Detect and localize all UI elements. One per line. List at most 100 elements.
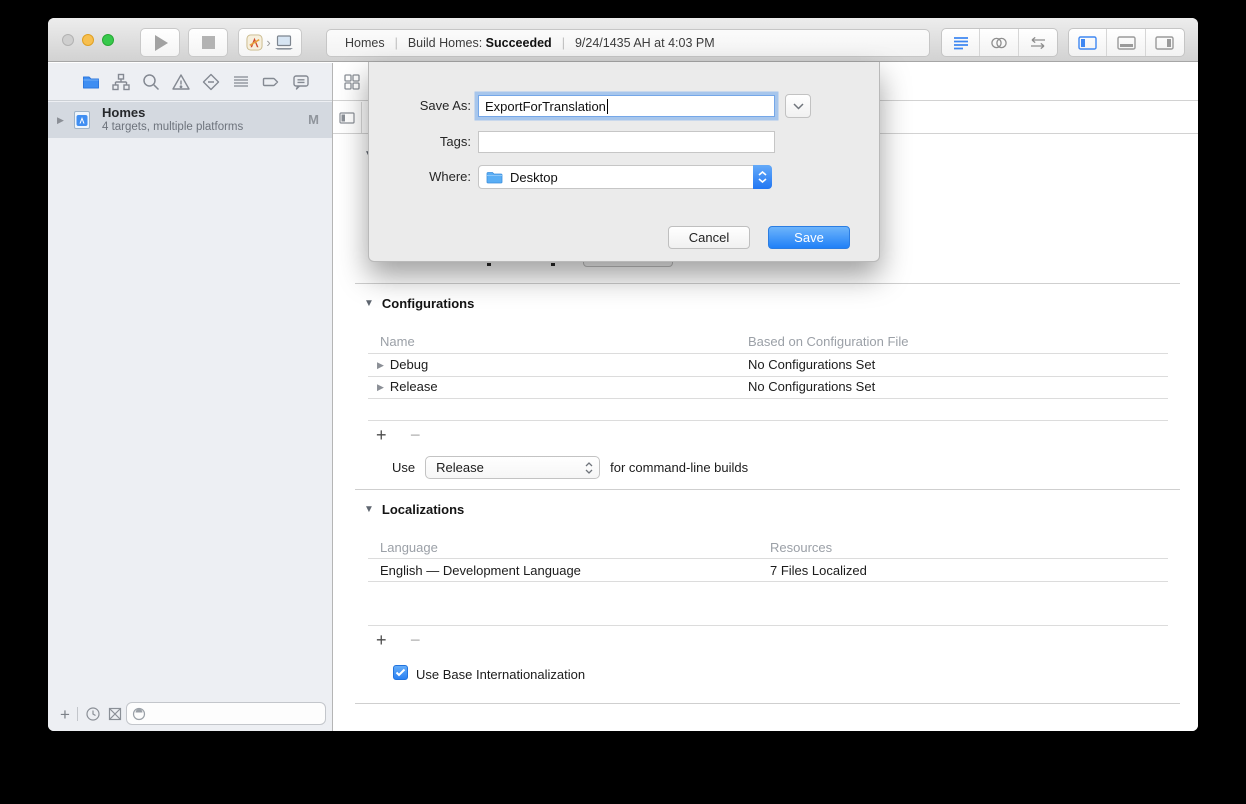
test-navigator-icon[interactable] — [201, 72, 221, 92]
close-window-button[interactable] — [62, 34, 74, 46]
play-icon — [155, 34, 168, 51]
where-value: Desktop — [510, 169, 558, 185]
table-separator — [368, 398, 1168, 399]
config-row-release[interactable]: ▶ Release — [377, 379, 438, 394]
save-as-input[interactable]: ExportForTranslation — [478, 95, 775, 117]
version-editor-button[interactable] — [1019, 29, 1057, 56]
disclosure-triangle-icon[interactable]: ▶ — [377, 382, 384, 392]
report-navigator-icon[interactable] — [291, 72, 311, 92]
version-editor-icon — [1030, 36, 1045, 49]
remove-localization-button[interactable]: − — [410, 631, 421, 649]
source-control-status-icon[interactable] — [107, 706, 123, 722]
status-timestamp: 9/24/1435 AH at 4:03 PM — [574, 36, 715, 50]
checkmark-icon — [395, 668, 406, 677]
issue-navigator-icon[interactable] — [171, 72, 191, 92]
section-disclosure-icon[interactable]: ▼ — [364, 504, 374, 515]
configurations-header[interactable]: ▼ Configurations — [364, 296, 474, 311]
section-divider — [355, 703, 1180, 704]
expand-dialog-button[interactable] — [785, 94, 811, 118]
add-configuration-button[interactable]: + — [376, 426, 387, 444]
status-build-result: Succeeded — [485, 36, 552, 50]
save-dialog: Save As: ExportForTranslation Tags: Wher… — [368, 62, 880, 262]
zoom-window-button[interactable] — [102, 34, 114, 46]
chevron-down-icon — [758, 178, 767, 183]
divider — [76, 707, 78, 721]
tags-input[interactable] — [478, 131, 775, 153]
text-caret — [606, 98, 608, 114]
scheme-selector[interactable]: › — [238, 28, 302, 57]
status-divider: | — [394, 36, 398, 50]
table-separator — [368, 376, 1168, 377]
obscured-content-fragment — [487, 263, 491, 266]
workspace-view-control — [1068, 28, 1185, 57]
cancel-button[interactable]: Cancel — [668, 226, 750, 249]
breakpoint-navigator-icon[interactable] — [261, 72, 281, 92]
minimize-window-button[interactable] — [82, 34, 94, 46]
add-button[interactable]: + — [60, 706, 70, 723]
table-separator — [368, 558, 1168, 559]
activity-viewer: Homes | Build Homes: Succeeded | 9/24/14… — [326, 29, 930, 57]
add-localization-button[interactable]: + — [376, 631, 387, 649]
chevron-down-icon — [792, 102, 804, 110]
disclosure-triangle-icon[interactable]: ▶ — [57, 115, 64, 126]
config-row-debug[interactable]: ▶ Debug — [377, 357, 428, 372]
table-separator — [368, 353, 1168, 354]
filter-icon — [132, 707, 146, 720]
folder-icon — [486, 171, 503, 183]
stop-icon — [201, 36, 215, 49]
popup-arrows-icon — [585, 461, 593, 474]
toggle-inspector-button[interactable] — [1146, 29, 1184, 56]
project-row-homes[interactable]: ▶ Homes 4 targets, multiple platforms M — [48, 102, 332, 138]
find-navigator-icon[interactable] — [141, 72, 161, 92]
disclosure-triangle-icon[interactable]: ▶ — [377, 360, 384, 370]
base-internationalization-label: Use Base Internationalization — [416, 667, 586, 682]
modified-badge: M — [308, 112, 319, 127]
config-row-debug-file: No Configurations Set — [748, 357, 876, 372]
toggle-navigator-button[interactable] — [1069, 29, 1108, 56]
recent-files-icon[interactable] — [85, 706, 101, 722]
use-prefix-label: Use — [392, 460, 416, 475]
base-internationalization-checkbox[interactable] — [393, 665, 408, 680]
column-header-config-file: Based on Configuration File — [748, 334, 909, 349]
status-build-prefix: Build Homes: — [407, 36, 483, 50]
run-button[interactable] — [140, 28, 180, 57]
localization-row-english[interactable]: English — Development Language — [380, 563, 581, 578]
section-divider — [355, 489, 1180, 490]
column-header-language: Language — [380, 540, 438, 555]
symbol-navigator-icon[interactable] — [111, 72, 131, 92]
stop-button[interactable] — [188, 28, 228, 57]
command-line-config-popup[interactable]: Release — [425, 456, 601, 479]
debug-navigator-icon[interactable] — [231, 72, 251, 92]
assistant-editor-button[interactable] — [980, 29, 1019, 56]
where-popup[interactable]: Desktop — [478, 165, 772, 189]
use-suffix-label: for command-line builds — [610, 460, 749, 475]
navigator-sidebar: ▶ Homes 4 targets, multiple platforms M … — [48, 63, 333, 731]
debug-panel-icon — [1116, 35, 1136, 50]
navigator-filter-bar: + — [48, 697, 332, 731]
xcode-window: › Homes | Build Homes: Succeeded | 9/24/… — [48, 18, 1198, 731]
hide-navigator-mini-button[interactable] — [333, 102, 362, 133]
assistant-editor-icon — [991, 37, 1007, 48]
save-as-value: ExportForTranslation — [485, 98, 606, 114]
section-disclosure-icon[interactable]: ▼ — [364, 298, 374, 309]
project-navigator-icon[interactable] — [81, 72, 101, 92]
related-items-button[interactable] — [333, 63, 371, 100]
desktop-background: › Homes | Build Homes: Succeeded | 9/24/… — [0, 0, 1246, 804]
config-row-release-file: No Configurations Set — [748, 379, 876, 394]
localizations-header[interactable]: ▼ Localizations — [364, 502, 464, 517]
toggle-debug-area-button[interactable] — [1107, 29, 1146, 56]
filter-input[interactable] — [126, 702, 326, 725]
save-as-label: Save As: — [419, 98, 471, 113]
table-separator — [368, 581, 1168, 582]
navigator-panel-icon — [1078, 35, 1097, 50]
remove-configuration-button[interactable]: − — [410, 426, 421, 444]
status-divider: | — [561, 36, 565, 50]
toolbar: › Homes | Build Homes: Succeeded | 9/24/… — [48, 18, 1198, 62]
standard-editor-button[interactable] — [942, 29, 981, 56]
section-divider — [355, 283, 1180, 284]
window-controls — [62, 34, 114, 46]
inspector-panel-icon — [1155, 35, 1175, 50]
save-button[interactable]: Save — [768, 226, 850, 249]
table-separator — [368, 625, 1168, 626]
popup-stepper — [753, 165, 772, 189]
